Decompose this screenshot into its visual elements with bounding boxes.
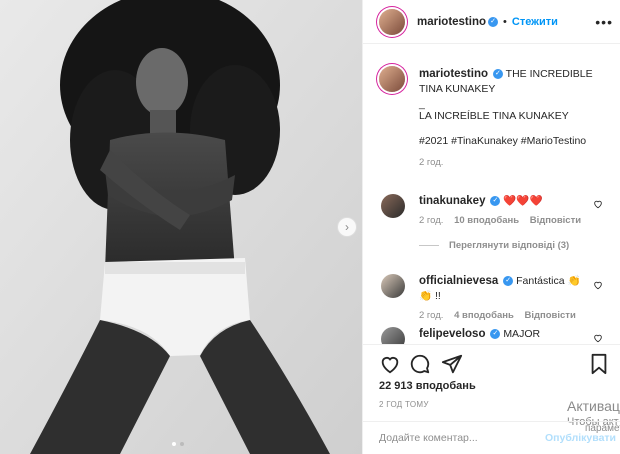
comment-item: felipeveloso ✓ MAJOR xyxy=(419,327,589,342)
caption-separator: _ xyxy=(419,98,425,110)
comment-time: 2 год. xyxy=(419,310,444,321)
reply-button[interactable]: Відповісти xyxy=(530,215,581,226)
view-replies-button[interactable]: Переглянути відповіді (3) xyxy=(449,240,569,251)
caption-time: 2 год. xyxy=(419,157,444,168)
bookmark-icon[interactable] xyxy=(589,353,609,375)
comment-avatar[interactable] xyxy=(381,327,405,344)
verified-badge-icon: ✓ xyxy=(490,196,501,207)
like-heart-icon[interactable] xyxy=(379,353,401,375)
comment-avatar[interactable] xyxy=(381,274,405,298)
caption-avatar[interactable] xyxy=(379,66,405,92)
carousel-dot-2 xyxy=(180,442,184,446)
comment-item: officialnievesa ✓ Fantástica 👏👏 !! 2 год… xyxy=(419,274,589,321)
comment-username[interactable]: felipeveloso xyxy=(419,328,485,340)
follow-button[interactable]: Стежити xyxy=(512,16,558,28)
caption-line-2: LA INCREÍBLE TINA KUNAKEY xyxy=(419,110,569,122)
likes-count[interactable]: 22 913 вподобань xyxy=(379,380,476,392)
post-photo-image xyxy=(0,0,362,454)
windows-activation-watermark-line-1: Активація xyxy=(567,398,620,414)
comment-item: tinakunakey ✓ ❤️❤️❤️ 2 год. 10 вподобань… xyxy=(419,194,589,251)
comment-avatar[interactable] xyxy=(381,194,405,218)
windows-activation-watermark-line-3: параметр xyxy=(585,423,620,434)
replies-line xyxy=(419,245,439,246)
reply-button[interactable]: Відповісти xyxy=(524,310,575,321)
comment-text: MAJOR xyxy=(503,328,541,340)
post-photo[interactable]: › xyxy=(0,0,362,454)
caption-hashtags[interactable]: #2021 #TinaKunakey #MarioTestino xyxy=(419,134,609,149)
verified-badge-icon: ✓ xyxy=(492,69,503,80)
post-side-panel: mariotestino ✓ • Стежити ••• mariotestin… xyxy=(362,0,620,454)
author-username[interactable]: mariotestino xyxy=(417,16,486,28)
like-comment-heart-icon[interactable] xyxy=(593,199,603,209)
instagram-post-modal: › mariotestino ✓ • Стежити ••• mariotest… xyxy=(0,0,620,454)
post-header: mariotestino ✓ • Стежити ••• xyxy=(363,0,620,44)
post-timestamp[interactable]: 2 ГОД ТОМУ xyxy=(379,400,429,409)
like-comment-heart-icon[interactable] xyxy=(593,333,603,343)
verified-badge-icon: ✓ xyxy=(503,276,514,287)
author-avatar[interactable] xyxy=(379,8,405,35)
share-paper-plane-icon[interactable] xyxy=(441,353,463,375)
comment-username[interactable]: officialnievesa xyxy=(419,275,498,287)
comment-text: ❤️❤️❤️ xyxy=(503,195,543,207)
like-comment-heart-icon[interactable] xyxy=(593,280,603,290)
verified-badge-icon: ✓ xyxy=(490,329,501,340)
comment-likes[interactable]: 4 вподобань xyxy=(454,310,514,321)
chevron-right-icon: › xyxy=(345,220,349,234)
add-comment-bar: Додайте коментар... Опублікувати парамет… xyxy=(363,421,620,454)
verified-badge-icon: ✓ xyxy=(488,16,499,27)
comment-input[interactable]: Додайте коментар... xyxy=(379,432,478,444)
more-options-icon[interactable]: ••• xyxy=(595,14,613,30)
comment-username[interactable]: tinakunakey xyxy=(419,195,485,207)
caption-username[interactable]: mariotestino xyxy=(419,68,488,80)
comment-likes[interactable]: 10 вподобань xyxy=(454,215,519,226)
comments-list[interactable]: mariotestino ✓ THE INCREDIBLE TINA KUNAK… xyxy=(363,44,620,344)
next-photo-button[interactable]: › xyxy=(337,217,357,237)
caption-block: mariotestino ✓ THE INCREDIBLE TINA KUNAK… xyxy=(419,67,609,168)
carousel-dot-1 xyxy=(172,442,176,446)
comment-bubble-icon[interactable] xyxy=(409,353,431,375)
carousel-indicator xyxy=(172,442,184,446)
comment-time: 2 год. xyxy=(419,215,444,226)
dot-separator: • xyxy=(503,15,507,28)
